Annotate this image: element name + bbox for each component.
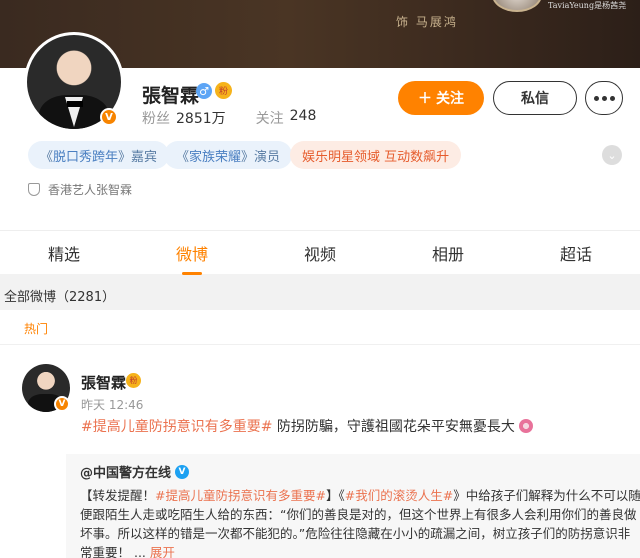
post-time[interactable]: 昨天 12:46 (81, 396, 143, 413)
tab-weibo[interactable]: 微博 (176, 231, 208, 275)
more-options-button[interactable] (585, 81, 623, 115)
feed-card: 热门 V 張智霖 粉 昨天 12:46 #提高儿童防拐意识有多重要# 防拐防騙，… (0, 310, 640, 558)
repost-hashtag[interactable]: #提高儿童防拐意识有多重要# (155, 488, 326, 503)
following-label: 关注 (255, 111, 284, 127)
repost-author[interactable]: @中国警方在线 V (80, 462, 190, 481)
tag-bracket: 《 (40, 149, 54, 165)
tag-title: 家族荣耀 (189, 149, 242, 165)
follow-button[interactable]: ＋ 关注 (398, 81, 484, 115)
profile-card: V 張智霖 ♂ 粉 粉丝 2851万 关注 248 ＋ 关注 私信 《脱口秀跨年… (0, 32, 640, 230)
avatar-bowtie (67, 101, 83, 107)
male-icon: ♂ (196, 83, 212, 99)
tag-trending[interactable]: 娱乐明星领域 互动数飙升 (290, 141, 462, 169)
tab-album[interactable]: 相册 (432, 231, 464, 275)
tag-bracket: 《 (176, 149, 190, 165)
profile-tabs: 精选 微博 视频 相册 超话 (0, 230, 640, 275)
tag-drama-actor[interactable]: 《家族荣耀 》演员 (164, 141, 293, 169)
tag-show-guest[interactable]: 《脱口秀跨年 》嘉宾 (28, 141, 170, 169)
hot-label: 热门 (24, 322, 49, 336)
more-dot-icon (601, 95, 607, 101)
banner-signature: TaviaYeung是杨茜尧 (548, 1, 627, 10)
tag-role: 》嘉宾 (118, 149, 158, 165)
tag-title: 脱口秀跨年 (53, 149, 119, 165)
message-button[interactable]: 私信 (493, 81, 577, 115)
repost-text: 常重要！ ... (80, 545, 150, 558)
stats-gap (232, 108, 250, 128)
repost-text: 】《 (325, 488, 345, 503)
chevron-down-icon[interactable]: ⌄ (602, 145, 622, 165)
expand-link[interactable]: 展开 (150, 545, 175, 558)
banner-photo (492, 0, 542, 12)
following-count[interactable]: 248 (290, 108, 317, 128)
profile-stats: 粉丝 2851万 关注 248 (142, 108, 316, 128)
divider (0, 344, 640, 345)
more-dot-icon (593, 95, 599, 101)
plus-icon: ＋ (418, 90, 432, 106)
verified-badge-icon: V (100, 108, 118, 126)
tag-role: 》演员 (241, 149, 281, 165)
repost-body: 【转发提醒！#提高儿童防拐意识有多重要#】《#我们的滚烫人生#》中给孩子们解释为… (80, 486, 640, 558)
repost-hashtag[interactable]: #我们的滚烫人生# (345, 488, 453, 503)
banner-credit: 饰 马展鸿 (396, 15, 458, 29)
tab-video[interactable]: 视频 (304, 231, 336, 275)
fans-label: 粉丝 (142, 111, 170, 127)
shield-icon (28, 183, 40, 196)
tab-super-topic[interactable]: 超话 (560, 231, 592, 275)
repost-text: 【转发提醒！ (80, 488, 156, 503)
verification-text: 香港艺人张智霖 (48, 183, 133, 197)
post-author[interactable]: 張智霖 (81, 372, 126, 393)
follow-button-label: 关注 (436, 90, 464, 106)
post-body: 防拐防騙，守護祖國花朵平安無憂長大 (272, 419, 515, 435)
repost-line: 便跟陌生人走或吃陌生人给的东西：“你们的善良是对的，但这个世界上有很多人会利用你… (80, 507, 637, 522)
section-title: 全部微博（2281） (4, 290, 116, 305)
flower-icon (519, 419, 534, 433)
repost-card[interactable]: @中国警方在线 V 【转发提醒！#提高儿童防拐意识有多重要#】《#我们的滚烫人生… (66, 454, 640, 558)
post-text: #提高儿童防拐意识有多重要# 防拐防騙，守護祖國花朵平安無憂長大 (81, 416, 534, 436)
profile-name: 張智霖 (142, 85, 200, 107)
repost-line: 坏事。所以这样的错是一次都不能犯的。”危险往往隐藏在小小的疏漏之间，树立孩子们的… (80, 526, 631, 541)
blue-verified-icon: V (175, 464, 190, 479)
verified-badge-icon: V (54, 396, 70, 412)
repost-text: 》中给孩子们解释为什么不可以随 (453, 488, 640, 503)
repost-line: 【转发提醒！#提高儿童防拐意识有多重要#】《#我们的滚烫人生#》中给孩子们解释为… (80, 486, 640, 505)
tab-featured[interactable]: 精选 (48, 231, 80, 275)
repost-author-name: @中国警方在线 (80, 466, 172, 481)
fan-badge-icon: 粉 (126, 373, 141, 388)
fan-badge-icon[interactable]: 粉 (215, 82, 232, 99)
repost-line: 常重要！ ... 展开 (80, 543, 628, 558)
fans-count[interactable]: 2851万 (176, 108, 226, 128)
post-hashtag[interactable]: #提高儿童防拐意识有多重要# (81, 419, 272, 435)
verification-info: 香港艺人张智霖 (28, 181, 132, 198)
more-dot-icon (609, 95, 615, 101)
